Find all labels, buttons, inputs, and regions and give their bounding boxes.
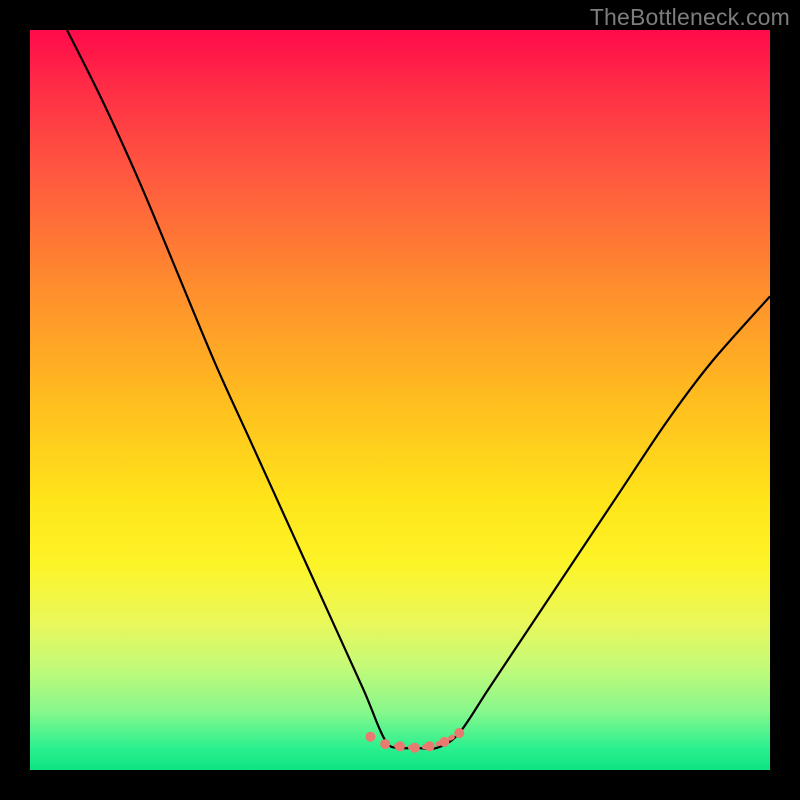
min-marker: [365, 732, 375, 742]
watermark-text: TheBottleneck.com: [590, 4, 790, 31]
chart-container: TheBottleneck.com: [0, 0, 800, 800]
min-marker: [439, 737, 449, 747]
min-marker: [410, 743, 420, 753]
min-marker: [380, 739, 390, 749]
min-marker: [395, 741, 405, 751]
bottleneck-curve: [67, 30, 770, 749]
min-marker: [454, 728, 464, 738]
plot-area: [30, 30, 770, 770]
curve-layer: [30, 30, 770, 770]
min-marker: [425, 741, 435, 751]
